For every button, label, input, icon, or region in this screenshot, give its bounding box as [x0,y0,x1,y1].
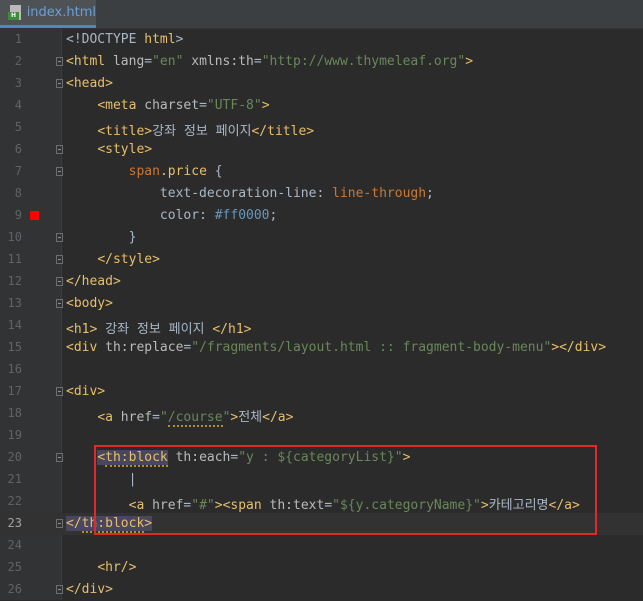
line-number: 23 [7,516,22,530]
code-line: 17 <div> [0,381,643,403]
fold-icon[interactable] [56,387,63,396]
line-number: 16 [7,362,22,376]
fold-icon[interactable] [56,255,63,264]
fold-icon[interactable] [56,277,63,286]
line-number: 25 [7,560,22,574]
line-number: 19 [7,428,22,442]
line-number: 11 [7,252,22,266]
code-editor[interactable]: 1 <!DOCTYPE html> 2 <html lang="en" xmln… [0,29,643,600]
line-number: 5 [14,120,22,134]
line-number: 17 [7,384,22,398]
code-line: 11 </style> [0,249,643,271]
fold-icon[interactable] [56,233,63,242]
tab-index-html[interactable]: H index.html [0,0,96,28]
line-number: 13 [7,296,22,310]
fold-icon[interactable] [56,299,63,308]
code-line: 15 <div th:replace="/fragments/layout.ht… [0,337,643,359]
code-line: 14 <h1> 강좌 정보 페이지 </h1> [0,315,643,337]
fold-icon[interactable] [56,57,63,66]
code-line: 18 <a href="/course">전체</a> [0,403,643,427]
fold-icon[interactable] [56,167,63,176]
fold-icon[interactable] [56,453,63,462]
code-line: 25 <hr/> [0,557,643,579]
line-number: 3 [14,76,22,90]
line-number: 26 [7,582,22,596]
fold-icon[interactable] [56,145,63,154]
code-line: 5 <title>강좌 정보 페이지</title> [0,117,643,139]
line-number: 15 [7,340,22,354]
line-number: 24 [7,538,22,552]
fold-icon[interactable] [56,79,63,88]
line-number: 9 [14,208,22,222]
editor-tab-bar: H index.html [0,0,643,29]
line-number: 10 [7,230,22,244]
code-line: 4 <meta charset="UTF-8"> [0,95,643,117]
code-line: 3 <head> [0,73,643,95]
line-number: 14 [7,318,22,332]
line-number: 12 [7,274,22,288]
line-number: 2 [14,54,22,68]
line-number: 21 [7,472,22,486]
color-swatch-icon[interactable] [30,211,39,220]
line-number: 22 [7,494,22,508]
annotation-highlight-box [94,445,597,535]
line-number: 20 [7,450,22,464]
fold-icon[interactable] [56,585,63,594]
line-number: 7 [14,164,22,178]
fold-icon[interactable] [56,519,63,528]
line-number: 4 [14,98,22,112]
html-file-icon: H [8,4,22,21]
code-line: 16 [0,359,643,381]
line-number: 8 [14,186,22,200]
code-line: 7 span.price { [0,161,643,183]
line-number: 6 [14,142,22,156]
code-line: 9 color: #ff0000; [0,205,643,227]
tab-label: index.html [26,5,96,20]
code-line: 12 </head> [0,271,643,293]
code-line: 8 text-decoration-line: line-through; [0,183,643,205]
code-line: 13 <body> [0,293,643,315]
line-number: 1 [14,32,22,46]
code-line: 1 <!DOCTYPE html> [0,29,643,51]
code-line: 6 <style> [0,139,643,161]
code-line: 24 [0,535,643,557]
code-line: 2 <html lang="en" xmlns:th="http://www.t… [0,51,643,73]
code-line: 26 </div> [0,579,643,601]
code-line: 19 [0,425,643,447]
line-number: 18 [7,406,22,420]
code-line: 10 } [0,227,643,249]
